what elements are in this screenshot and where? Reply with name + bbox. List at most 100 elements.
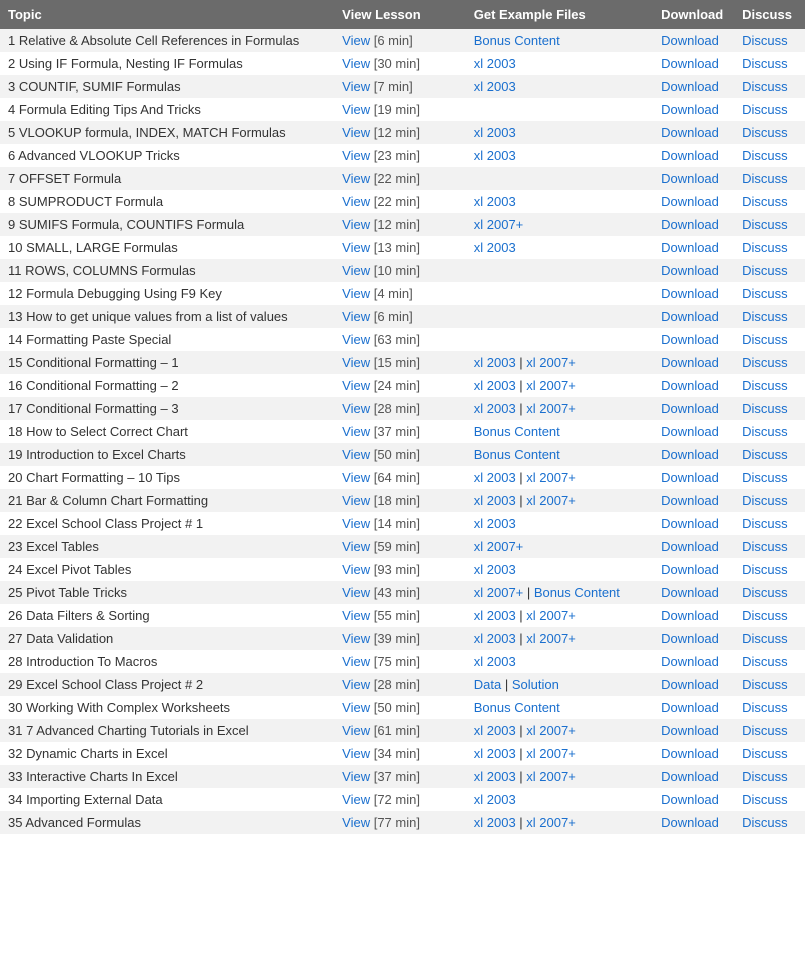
file-link[interactable]: xl 2007+ — [526, 401, 576, 416]
discuss-link[interactable]: Discuss — [742, 562, 788, 577]
discuss-link[interactable]: Discuss — [742, 447, 788, 462]
file-link[interactable]: xl 2007+ — [526, 723, 576, 738]
discuss-link[interactable]: Discuss — [742, 493, 788, 508]
view-link[interactable]: View — [342, 631, 370, 646]
download-link[interactable]: Download — [661, 355, 719, 370]
file-link[interactable]: xl 2003 — [474, 815, 516, 830]
view-link[interactable]: View — [342, 309, 370, 324]
download-link[interactable]: Download — [661, 332, 719, 347]
file-link[interactable]: xl 2003 — [474, 792, 516, 807]
file-link[interactable]: Bonus Content — [534, 585, 620, 600]
discuss-link[interactable]: Discuss — [742, 33, 788, 48]
file-link[interactable]: Bonus Content — [474, 447, 560, 462]
file-link[interactable]: Bonus Content — [474, 33, 560, 48]
download-link[interactable]: Download — [661, 447, 719, 462]
download-link[interactable]: Download — [661, 792, 719, 807]
view-link[interactable]: View — [342, 332, 370, 347]
discuss-link[interactable]: Discuss — [742, 585, 788, 600]
view-link[interactable]: View — [342, 470, 370, 485]
discuss-link[interactable]: Discuss — [742, 677, 788, 692]
download-link[interactable]: Download — [661, 424, 719, 439]
view-link[interactable]: View — [342, 102, 370, 117]
discuss-link[interactable]: Discuss — [742, 470, 788, 485]
discuss-link[interactable]: Discuss — [742, 608, 788, 623]
download-link[interactable]: Download — [661, 79, 719, 94]
discuss-link[interactable]: Discuss — [742, 355, 788, 370]
discuss-link[interactable]: Discuss — [742, 217, 788, 232]
file-link[interactable]: Solution — [512, 677, 559, 692]
discuss-link[interactable]: Discuss — [742, 171, 788, 186]
view-link[interactable]: View — [342, 677, 370, 692]
file-link[interactable]: Bonus Content — [474, 700, 560, 715]
file-link[interactable]: xl 2003 — [474, 148, 516, 163]
view-link[interactable]: View — [342, 286, 370, 301]
view-link[interactable]: View — [342, 240, 370, 255]
download-link[interactable]: Download — [661, 654, 719, 669]
file-link[interactable]: Bonus Content — [474, 424, 560, 439]
file-link[interactable]: xl 2007+ — [526, 470, 576, 485]
download-link[interactable]: Download — [661, 746, 719, 761]
file-link[interactable]: xl 2007+ — [526, 815, 576, 830]
file-link[interactable]: xl 2003 — [474, 631, 516, 646]
file-link[interactable]: xl 2007+ — [526, 608, 576, 623]
view-link[interactable]: View — [342, 33, 370, 48]
download-link[interactable]: Download — [661, 33, 719, 48]
file-link[interactable]: xl 2003 — [474, 769, 516, 784]
discuss-link[interactable]: Discuss — [742, 378, 788, 393]
download-link[interactable]: Download — [661, 240, 719, 255]
discuss-link[interactable]: Discuss — [742, 240, 788, 255]
file-link[interactable]: xl 2003 — [474, 194, 516, 209]
discuss-link[interactable]: Discuss — [742, 401, 788, 416]
file-link[interactable]: xl 2007+ — [474, 539, 524, 554]
download-link[interactable]: Download — [661, 401, 719, 416]
file-link[interactable]: xl 2007+ — [526, 493, 576, 508]
view-link[interactable]: View — [342, 56, 370, 71]
file-link[interactable]: xl 2003 — [474, 56, 516, 71]
view-link[interactable]: View — [342, 700, 370, 715]
view-link[interactable]: View — [342, 516, 370, 531]
discuss-link[interactable]: Discuss — [742, 309, 788, 324]
discuss-link[interactable]: Discuss — [742, 102, 788, 117]
download-link[interactable]: Download — [661, 217, 719, 232]
view-link[interactable]: View — [342, 585, 370, 600]
download-link[interactable]: Download — [661, 148, 719, 163]
discuss-link[interactable]: Discuss — [742, 332, 788, 347]
view-link[interactable]: View — [342, 424, 370, 439]
file-link[interactable]: xl 2003 — [474, 493, 516, 508]
discuss-link[interactable]: Discuss — [742, 746, 788, 761]
view-link[interactable]: View — [342, 79, 370, 94]
view-link[interactable]: View — [342, 654, 370, 669]
view-link[interactable]: View — [342, 171, 370, 186]
file-link[interactable]: xl 2003 — [474, 608, 516, 623]
discuss-link[interactable]: Discuss — [742, 631, 788, 646]
discuss-link[interactable]: Discuss — [742, 654, 788, 669]
download-link[interactable]: Download — [661, 723, 719, 738]
file-link[interactable]: xl 2003 — [474, 125, 516, 140]
file-link[interactable]: xl 2007+ — [526, 746, 576, 761]
file-link[interactable]: xl 2003 — [474, 378, 516, 393]
file-link[interactable]: xl 2003 — [474, 240, 516, 255]
view-link[interactable]: View — [342, 194, 370, 209]
view-link[interactable]: View — [342, 608, 370, 623]
download-link[interactable]: Download — [661, 493, 719, 508]
view-link[interactable]: View — [342, 263, 370, 278]
discuss-link[interactable]: Discuss — [742, 815, 788, 830]
download-link[interactable]: Download — [661, 815, 719, 830]
file-link[interactable]: xl 2003 — [474, 654, 516, 669]
discuss-link[interactable]: Discuss — [742, 148, 788, 163]
file-link[interactable]: xl 2003 — [474, 746, 516, 761]
view-link[interactable]: View — [342, 723, 370, 738]
file-link[interactable]: xl 2003 — [474, 516, 516, 531]
view-link[interactable]: View — [342, 447, 370, 462]
download-link[interactable]: Download — [661, 263, 719, 278]
view-link[interactable]: View — [342, 217, 370, 232]
file-link[interactable]: xl 2003 — [474, 470, 516, 485]
discuss-link[interactable]: Discuss — [742, 79, 788, 94]
file-link[interactable]: xl 2007+ — [474, 585, 524, 600]
download-link[interactable]: Download — [661, 516, 719, 531]
file-link[interactable]: xl 2003 — [474, 355, 516, 370]
download-link[interactable]: Download — [661, 631, 719, 646]
download-link[interactable]: Download — [661, 562, 719, 577]
download-link[interactable]: Download — [661, 585, 719, 600]
download-link[interactable]: Download — [661, 56, 719, 71]
